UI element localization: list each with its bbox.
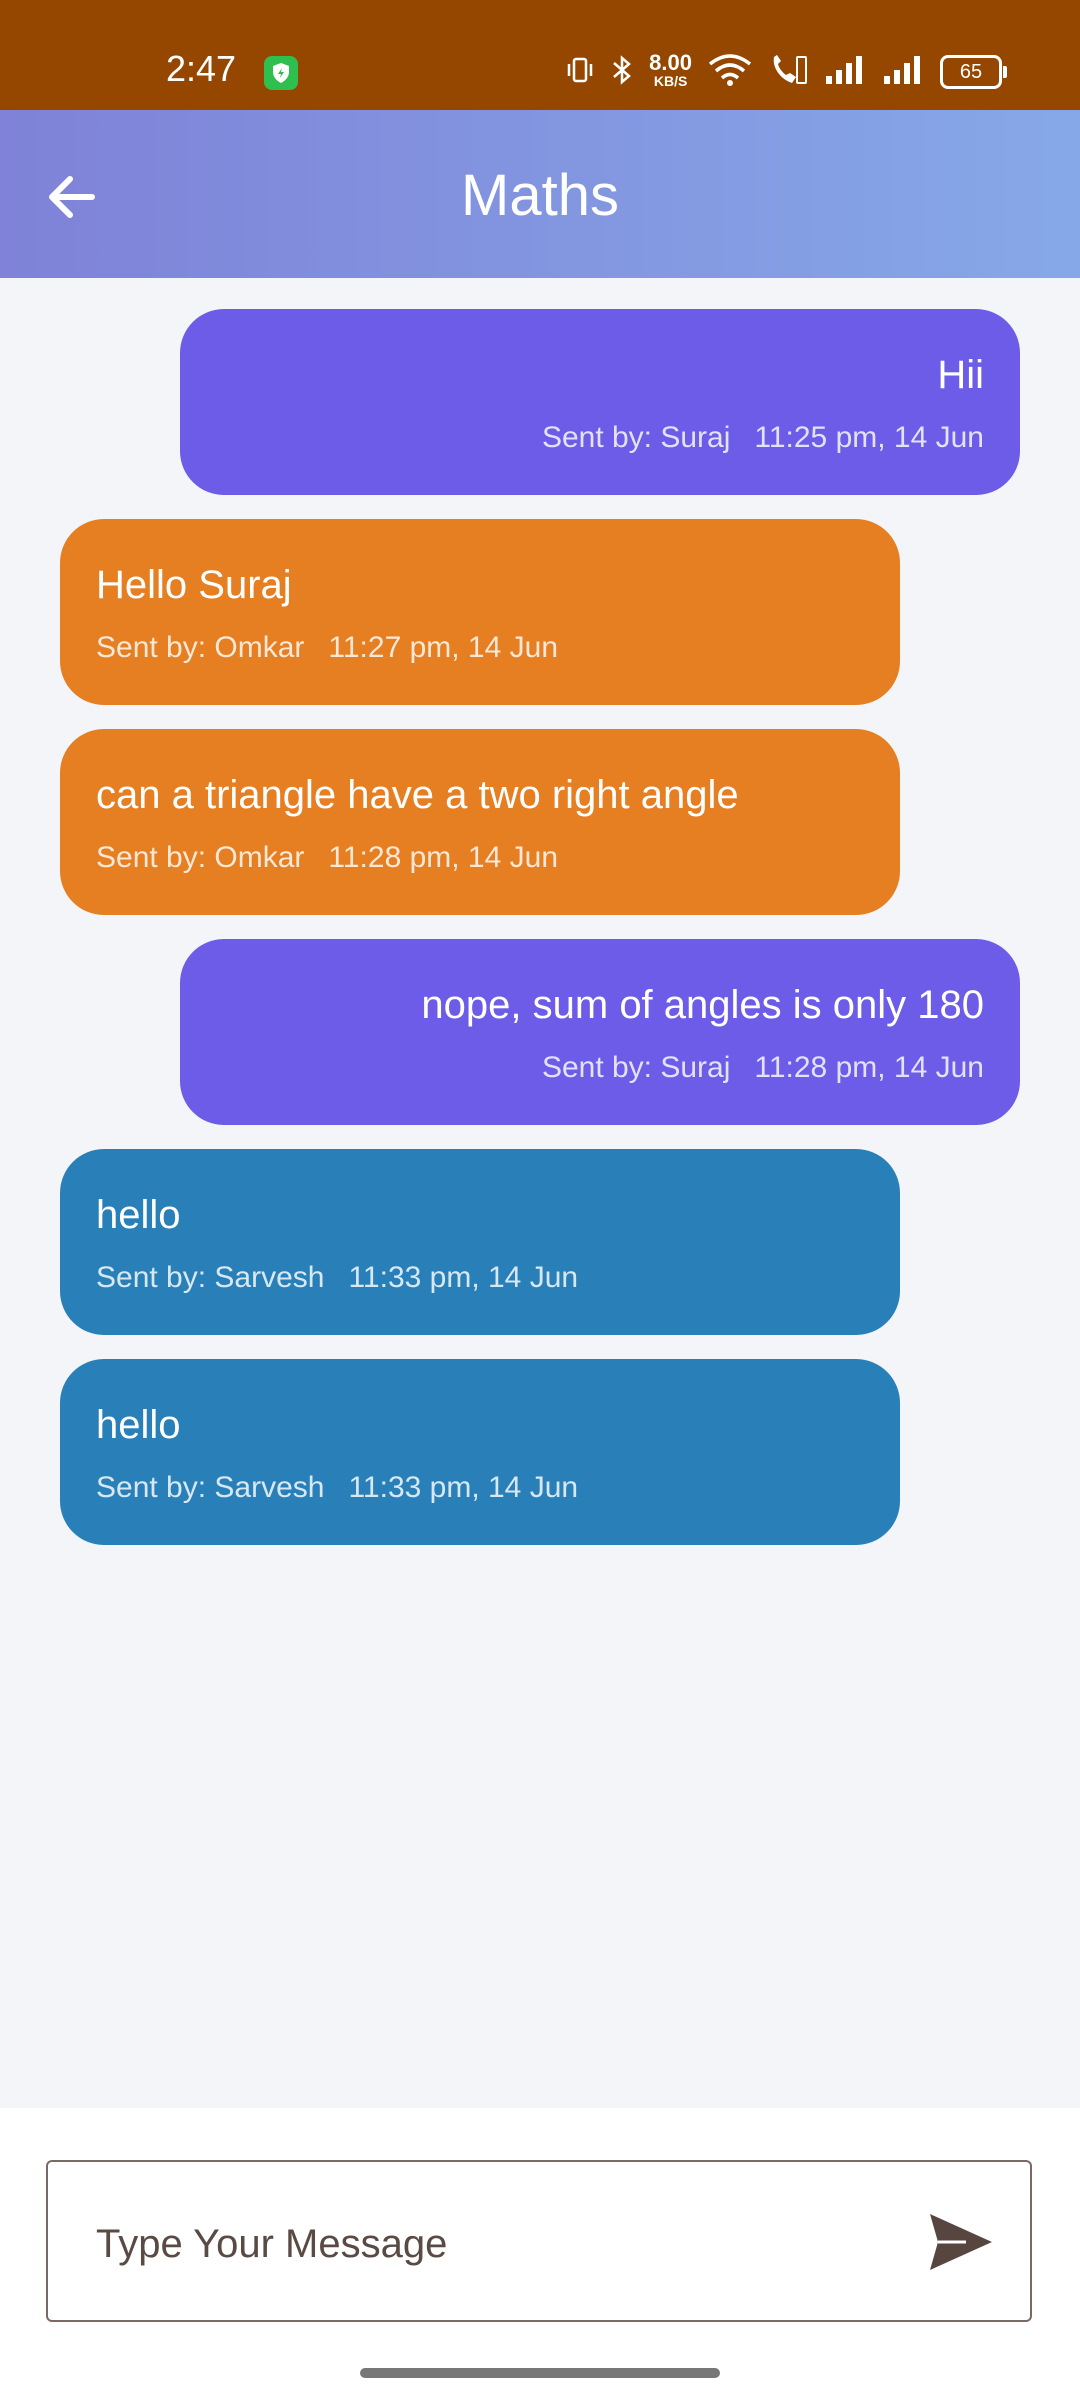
message-sender: Sent by: Omkar bbox=[96, 631, 305, 664]
message-meta: Sent by: Suraj 11:28 pm, 14 Jun bbox=[216, 1051, 984, 1085]
message-bubble: Hii Sent by: Suraj 11:25 pm, 14 Jun bbox=[180, 309, 1020, 495]
security-shield-icon bbox=[264, 56, 298, 90]
message-field[interactable] bbox=[46, 2160, 1032, 2322]
message-input[interactable] bbox=[94, 2214, 918, 2274]
message-text: nope, sum of angles is only 180 bbox=[421, 983, 984, 1027]
message-time: 11:33 pm, 14 Jun bbox=[348, 1471, 579, 1504]
message-time: 11:33 pm, 14 Jun bbox=[348, 1261, 579, 1294]
battery-icon: 65 bbox=[940, 55, 1007, 89]
message-sender: Sent by: Sarvesh bbox=[96, 1261, 325, 1294]
message-time: 11:25 pm, 14 Jun bbox=[754, 421, 984, 454]
volte-call-icon bbox=[768, 53, 808, 92]
message-sender: Sent by: Suraj bbox=[541, 421, 731, 454]
message-bubble: hello Sent by: Sarvesh 11:33 pm, 14 Jun bbox=[60, 1359, 900, 1545]
message-bubble: Hello Suraj Sent by: Omkar 11:27 pm, 14 J… bbox=[60, 519, 900, 705]
wifi-icon bbox=[708, 53, 752, 92]
chat-message-list[interactable]: Hii Sent by: Suraj 11:25 pm, 14 Jun Hello… bbox=[0, 278, 1080, 2108]
message-meta: Sent by: Omkar 11:27 pm, 14 Jun bbox=[96, 631, 864, 665]
signal-1-icon bbox=[824, 54, 866, 91]
send-icon[interactable] bbox=[926, 2210, 996, 2274]
message-text: Hello Suraj bbox=[96, 563, 292, 607]
message-text: hello bbox=[96, 1403, 181, 1447]
status-time: 2:47 bbox=[166, 48, 237, 89]
signal-2-icon bbox=[882, 54, 924, 91]
message-composer bbox=[0, 2108, 1080, 2400]
message-meta: Sent by: Suraj 11:25 pm, 14 Jun bbox=[216, 421, 984, 455]
message-meta: Sent by: Sarvesh 11:33 pm, 14 Jun bbox=[96, 1471, 864, 1505]
page-title: Maths bbox=[461, 163, 619, 228]
message-text: can a triangle have a two right angle bbox=[96, 773, 739, 817]
message-sender: Sent by: Omkar bbox=[96, 841, 305, 874]
message-time: 11:27 pm, 14 Jun bbox=[328, 631, 559, 664]
message-sender: Sent by: Suraj bbox=[541, 1051, 731, 1084]
app-bar: Maths bbox=[0, 110, 1080, 278]
message-time: 11:28 pm, 14 Jun bbox=[328, 841, 559, 874]
vibrate-icon bbox=[565, 55, 595, 90]
message-time: 11:28 pm, 14 Jun bbox=[754, 1051, 984, 1084]
message-meta: Sent by: Omkar 11:28 pm, 14 Jun bbox=[96, 841, 864, 875]
net-speed-value: 8.00 bbox=[649, 50, 692, 75]
net-speed-unit: KB/S bbox=[653, 73, 688, 89]
message-sender: Sent by: Sarvesh bbox=[96, 1471, 325, 1504]
network-speed: 8.00 KB/S bbox=[649, 50, 692, 90]
message-meta: Sent by: Sarvesh 11:33 pm, 14 Jun bbox=[96, 1261, 864, 1295]
bluetooth-icon bbox=[611, 54, 633, 91]
message-text: hello bbox=[96, 1193, 181, 1237]
status-bar: 2:47 8.00 KB/S 65 bbox=[0, 0, 1080, 110]
message-bubble: nope, sum of angles is only 180 Sent by:… bbox=[180, 939, 1020, 1125]
status-icons: 8.00 KB/S 65 bbox=[565, 50, 1007, 92]
message-text: Hii bbox=[937, 353, 984, 397]
message-bubble: hello Sent by: Sarvesh 11:33 pm, 14 Jun bbox=[60, 1149, 900, 1335]
message-bubble: can a triangle have a two right angle Se… bbox=[60, 729, 900, 915]
home-indicator[interactable] bbox=[360, 2368, 720, 2378]
